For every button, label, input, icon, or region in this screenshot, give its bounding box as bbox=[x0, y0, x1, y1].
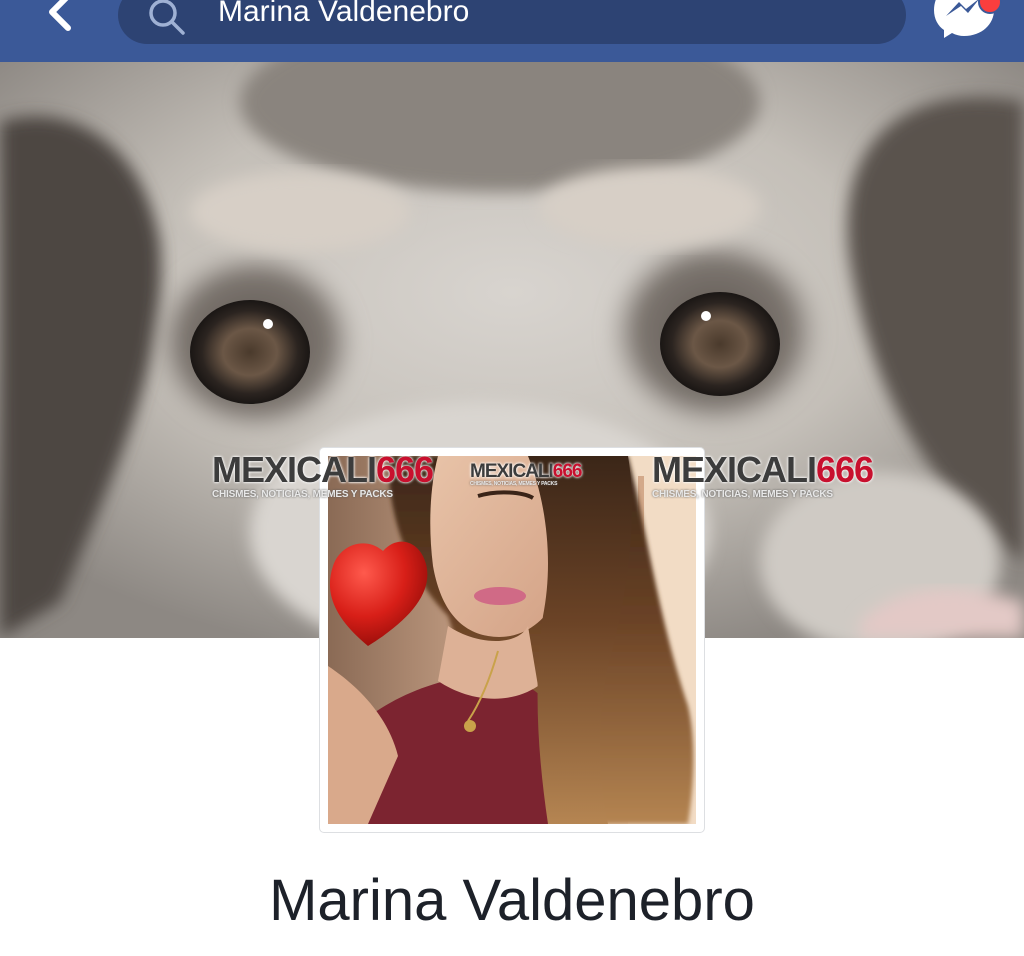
watermark-text: MEXICALI bbox=[652, 449, 817, 490]
profile-page: Marina Valdenebro MEXICALI666 CHISMES, N… bbox=[0, 0, 1024, 956]
profile-picture[interactable] bbox=[320, 448, 704, 832]
watermark-subtitle: CHISMES, NOTICIAS, MEMES Y PACKS bbox=[470, 481, 558, 487]
watermark-text: MEXICALI bbox=[470, 461, 554, 482]
top-navbar: Marina Valdenebro bbox=[0, 0, 1024, 62]
portrait-image bbox=[328, 456, 696, 824]
watermark-right: MEXICALI666 CHISMES, NOTICIAS, MEMES Y P… bbox=[652, 452, 874, 500]
chevron-left-icon bbox=[49, 0, 71, 31]
search-icon bbox=[149, 0, 185, 35]
profile-name: Marina Valdenebro bbox=[269, 868, 755, 933]
search-query-text: Marina Valdenebro bbox=[218, 0, 470, 28]
watermark-text: MEXICALI bbox=[212, 449, 377, 490]
watermark-number: 666 bbox=[816, 449, 874, 490]
watermark-number: 666 bbox=[552, 461, 583, 482]
watermark-center: MEXICALI666 CHISMES, NOTICIAS, MEMES Y P… bbox=[470, 461, 582, 487]
watermark-number: 666 bbox=[376, 449, 434, 490]
back-button[interactable] bbox=[36, 0, 84, 40]
profile-photo-image bbox=[328, 456, 696, 824]
watermark-subtitle: CHISMES, NOTICIAS, MEMES Y PACKS bbox=[652, 489, 833, 500]
watermark-left: MEXICALI666 CHISMES, NOTICIAS, MEMES Y P… bbox=[212, 452, 434, 500]
watermark-subtitle: CHISMES, NOTICIAS, MEMES Y PACKS bbox=[212, 489, 393, 500]
search-input[interactable]: Marina Valdenebro bbox=[118, 0, 906, 44]
